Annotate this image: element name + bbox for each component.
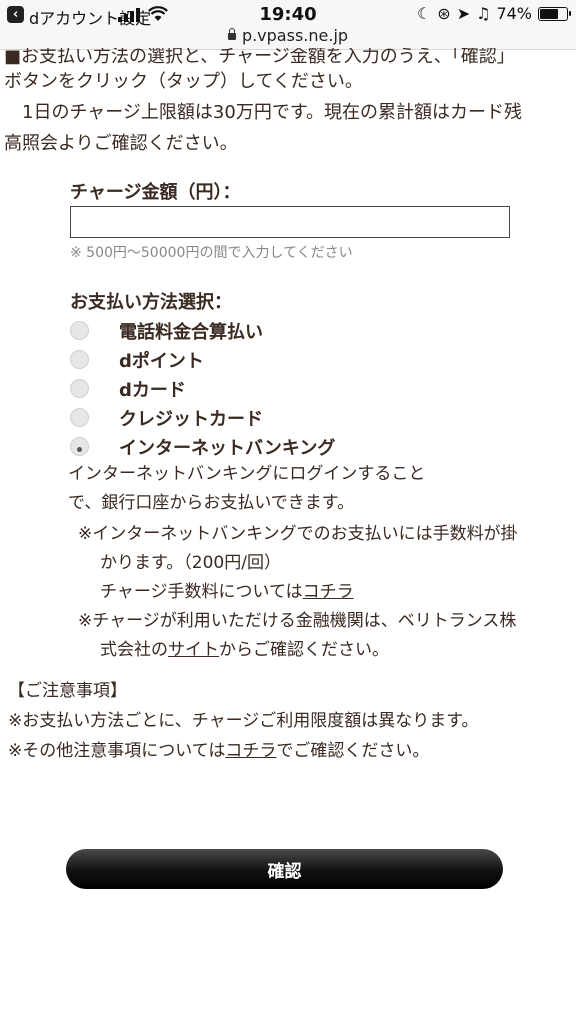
radio-internet-banking[interactable] bbox=[70, 437, 89, 456]
banking-description: インターネットバンキングにログインすること で、銀行口座からお支払いできます。 bbox=[68, 460, 488, 518]
banking-description-line-1: インターネットバンキングにログインすること bbox=[68, 464, 426, 484]
method-d-card[interactable]: dカード bbox=[70, 374, 530, 403]
moon-icon: ☾ bbox=[416, 4, 432, 23]
veritrans-site-link[interactable]: サイト bbox=[168, 640, 219, 660]
intro-line-2: 1日のチャージ上限額は30万円です。現在の累計額はカード残 bbox=[4, 102, 523, 123]
location-icon: ➤ bbox=[456, 4, 471, 23]
amount-note: ※ 500円〜50000円の間で入力してください bbox=[70, 245, 353, 261]
intro-line-1: ボタンをクリック（タップ）してください。 bbox=[4, 71, 363, 92]
caution-line-2-prefix: ※その他注意事項については bbox=[8, 741, 226, 761]
battery-percent: 74% bbox=[496, 4, 532, 23]
payment-method-list: 電話料金合算払い dポイント dカード クレジットカード インターネットバンキン… bbox=[70, 316, 530, 461]
method-internet-banking[interactable]: インターネットバンキング bbox=[70, 432, 530, 461]
rotation-lock-icon: ⊛ bbox=[437, 4, 451, 23]
caution-line-2: ※その他注意事項についてはコチラでご確認ください。 bbox=[8, 736, 568, 766]
lock-icon bbox=[227, 28, 236, 40]
amount-label: チャージ金額（円）： bbox=[70, 182, 241, 203]
fee-details-link[interactable]: コチラ bbox=[303, 582, 354, 602]
headphones-icon: ♫ bbox=[476, 4, 491, 23]
method-label: インターネットバンキング bbox=[119, 437, 336, 459]
method-label: クレジットカード bbox=[119, 408, 263, 430]
intro-line-3: 高照会よりご確認ください。 bbox=[4, 133, 238, 154]
method-label: dカード bbox=[119, 379, 186, 401]
url-text: p.vpass.ne.jp bbox=[241, 26, 349, 45]
caution-heading: 【ご注意事項】 bbox=[8, 681, 127, 701]
method-phone-bill[interactable]: 電話料金合算払い bbox=[70, 316, 530, 345]
caution-line-1: ※お支払い方法ごとに、チャージご利用限度額は異なります。 bbox=[8, 711, 479, 731]
banking-notes: ※インターネットバンキングでのお支払いには手数料が掛かります。（200円/回） … bbox=[78, 520, 528, 665]
method-d-point[interactable]: dポイント bbox=[70, 345, 530, 374]
radio-credit-card[interactable] bbox=[70, 408, 89, 427]
other-notes-link[interactable]: コチラ bbox=[225, 741, 276, 761]
banking-description-line-2: で、銀行口座からお支払いできます。 bbox=[68, 493, 355, 513]
radio-d-point[interactable] bbox=[70, 350, 89, 369]
fee-link-prefix: チャージ手数料については bbox=[100, 582, 303, 602]
payment-method-label: お支払い方法選択： bbox=[70, 292, 232, 313]
intro-cut-line: ■お支払い方法の選択と、チャージ金額を入力のうえ、「確認」 bbox=[4, 48, 515, 66]
method-label: 電話料金合算払い bbox=[119, 321, 263, 343]
method-label: dポイント bbox=[119, 350, 204, 372]
institutions-note-suffix: からご確認ください。 bbox=[219, 640, 389, 660]
confirm-button[interactable]: 確認 bbox=[66, 849, 503, 889]
battery-icon bbox=[538, 6, 571, 21]
radio-d-card[interactable] bbox=[70, 379, 89, 398]
intro-text: ■お支払い方法の選択と、チャージ金額を入力のうえ、「確認」 ボタンをクリック（タ… bbox=[0, 48, 576, 159]
fee-note-text: ※インターネットバンキングでのお支払いには手数料が掛かります。（200円/回） bbox=[78, 524, 518, 573]
institutions-note: ※チャージが利用いただける金融機関は、ベリトランス株式会社のサイトからご確認くだ… bbox=[78, 607, 528, 665]
status-right: ☾ ⊛ ➤ ♫ 74% bbox=[416, 4, 571, 23]
caution-line-2-suffix: でご確認ください。 bbox=[276, 741, 430, 761]
url-bar[interactable]: p.vpass.ne.jp bbox=[0, 26, 576, 45]
status-bar: ‹ dアカウント設定 19:40 ☾ ⊛ ➤ ♫ 74% p.vpass.ne.… bbox=[0, 0, 576, 50]
amount-input[interactable] bbox=[70, 206, 510, 238]
method-credit-card[interactable]: クレジットカード bbox=[70, 403, 530, 432]
fee-note: ※インターネットバンキングでのお支払いには手数料が掛かります。（200円/回） … bbox=[78, 520, 528, 607]
caution-section: 【ご注意事項】 ※お支払い方法ごとに、チャージご利用限度額は異なります。 ※その… bbox=[8, 676, 568, 766]
radio-phone-bill[interactable] bbox=[70, 321, 89, 340]
page-content: ■お支払い方法の選択と、チャージ金額を入力のうえ、「確認」 ボタンをクリック（タ… bbox=[0, 48, 576, 761]
